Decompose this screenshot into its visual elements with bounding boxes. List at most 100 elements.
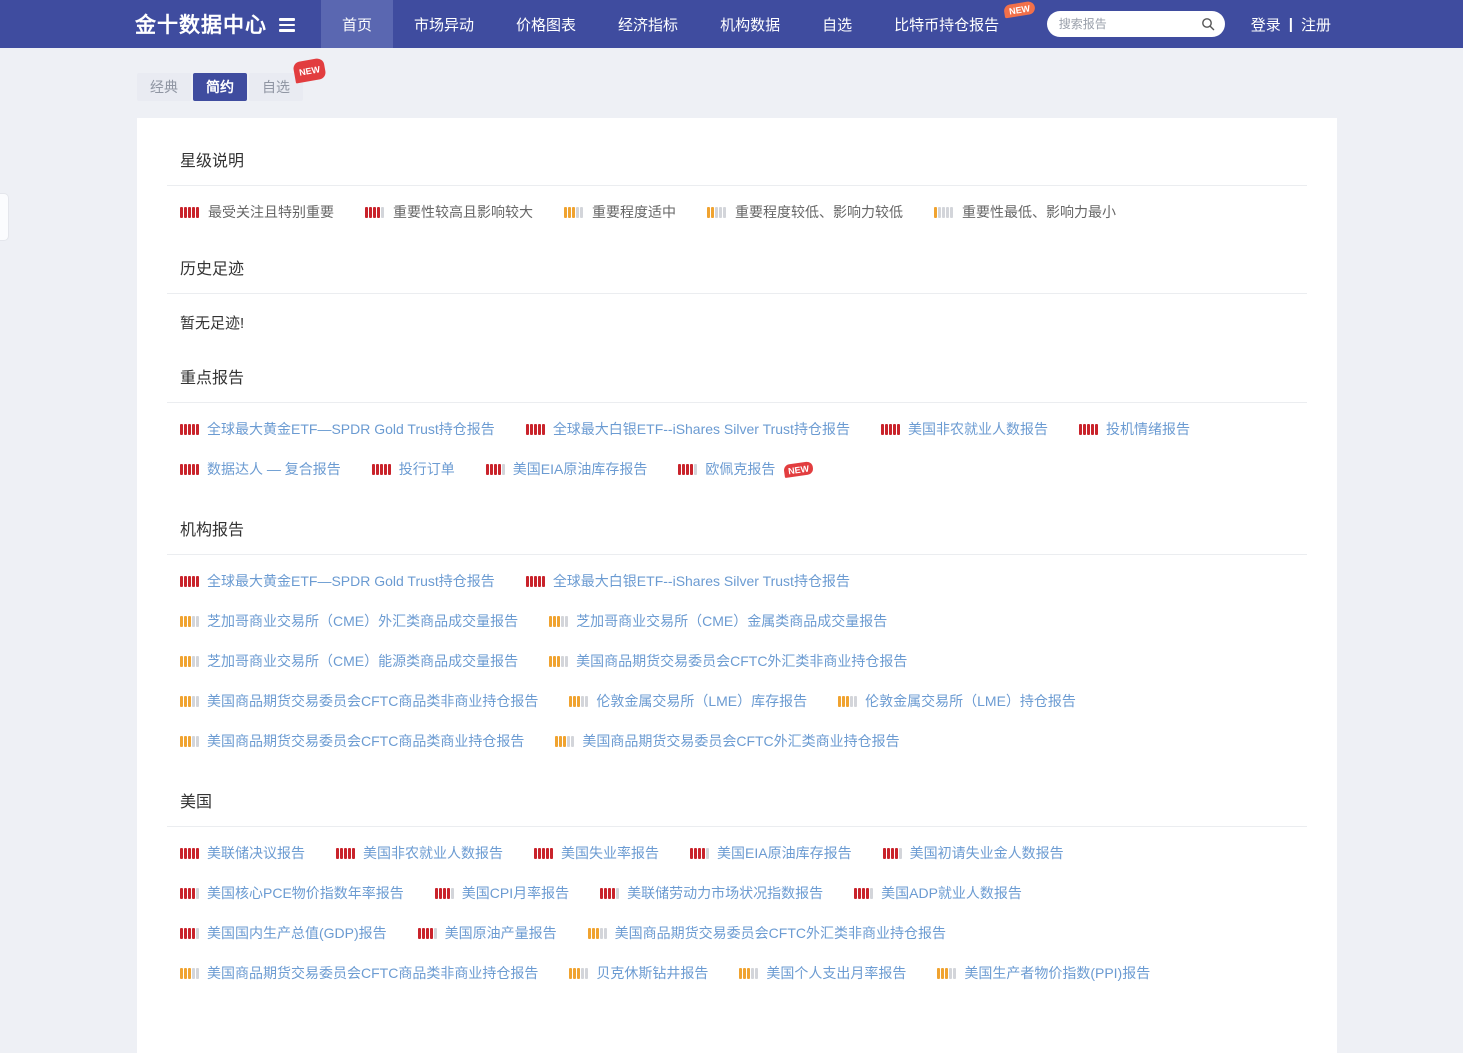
report-link[interactable]: 美国EIA原油库存报告 [690, 843, 852, 863]
search-box[interactable] [1047, 11, 1225, 37]
search-icon[interactable] [1201, 17, 1215, 31]
importance-bar [858, 888, 861, 899]
nav-item-市场异动[interactable]: 市场异动 [393, 0, 495, 48]
report-link[interactable]: 美国商品期货交易委员会CFTC外汇类商业持仓报告 [555, 731, 899, 751]
importance-bar [188, 424, 191, 435]
report-link-label: 全球最大黄金ETF—SPDR Gold Trust持仓报告 [207, 571, 495, 591]
importance-bar [196, 736, 199, 747]
report-links: 全球最大黄金ETF—SPDR Gold Trust持仓报告 全球最大白银ETF--… [167, 555, 1307, 761]
importance-bars [588, 928, 607, 939]
importance-bar [336, 848, 339, 859]
importance-bar [534, 424, 537, 435]
report-link[interactable]: 美联储劳动力市场状况指数报告 [600, 883, 823, 903]
report-link[interactable]: 美国个人支出月率报告 [739, 963, 906, 983]
report-link[interactable]: 全球最大黄金ETF—SPDR Gold Trust持仓报告 [180, 419, 495, 439]
importance-bar [743, 968, 746, 979]
report-link[interactable]: 美国商品期货交易委员会CFTC商品类非商业持仓报告 [180, 691, 538, 711]
report-link[interactable]: 美国原油产量报告 [418, 923, 557, 943]
importance-bars [180, 656, 199, 667]
importance-bar [381, 207, 384, 218]
importance-bar [1087, 424, 1090, 435]
report-links-row: 芝加哥商业交易所（CME）外汇类商品成交量报告 芝加哥商业交易所（CME）金属类商… [167, 601, 1307, 641]
nav-item-自选[interactable]: 自选 [801, 0, 873, 48]
report-link[interactable]: 美国EIA原油库存报告 [486, 459, 648, 479]
importance-bar [196, 888, 199, 899]
report-link[interactable]: 美国核心PCE物价指数年率报告 [180, 883, 404, 903]
importance-bar [196, 576, 199, 587]
report-link[interactable]: 美国商品期货交易委员会CFTC商品类非商业持仓报告 [180, 963, 538, 983]
importance-bar [180, 464, 183, 475]
section-title: 重点报告 [167, 337, 1307, 402]
side-panel-handle[interactable] [0, 193, 9, 241]
report-link[interactable]: 美国CPI月率报告 [435, 883, 569, 903]
report-link[interactable]: 芝加哥商业交易所（CME）金属类商品成交量报告 [549, 611, 887, 631]
report-link[interactable]: 美国非农就业人数报告 [336, 843, 503, 863]
nav-item-比特币持仓报告[interactable]: 比特币持仓报告NEW [873, 0, 1020, 48]
nav-item-首页[interactable]: 首页 [321, 0, 393, 48]
importance-bars [690, 848, 709, 859]
section-usa: 美国美联储决议报告美国非农就业人数报告美国失业率报告美国EIA原油库存报告美国初… [167, 761, 1307, 993]
legend-label: 重要程度较低、影响力较低 [735, 202, 903, 222]
report-link[interactable]: 芝加哥商业交易所（CME）外汇类商品成交量报告 [180, 611, 518, 631]
report-link[interactable]: 美国初请失业金人数报告 [883, 843, 1064, 863]
report-link[interactable]: 全球最大黄金ETF—SPDR Gold Trust持仓报告 [180, 571, 495, 591]
site-logo[interactable]: 金十数据中心 [135, 0, 295, 48]
importance-bar [707, 207, 710, 218]
importance-bars [180, 888, 199, 899]
importance-bar [854, 696, 857, 707]
importance-bar [184, 696, 187, 707]
report-link[interactable]: 伦敦金属交易所（LME）持仓报告 [838, 691, 1076, 711]
report-link[interactable]: 伦敦金属交易所（LME）库存报告 [569, 691, 807, 711]
importance-bar [739, 968, 742, 979]
importance-bar [938, 207, 941, 218]
importance-bar [542, 424, 545, 435]
nav-item-经济指标[interactable]: 经济指标 [597, 0, 699, 48]
report-link[interactable]: 美国非农就业人数报告 [881, 419, 1048, 439]
report-link[interactable]: 投机情绪报告 [1079, 419, 1190, 439]
report-link[interactable]: 美国商品期货交易委员会CFTC外汇类非商业持仓报告 [588, 923, 946, 943]
importance-bars [486, 464, 505, 475]
report-link[interactable]: 美国生产者物价指数(PPI)报告 [937, 963, 1150, 983]
report-link-label: 美国商品期货交易委员会CFTC商品类非商业持仓报告 [207, 691, 538, 711]
report-link[interactable]: 全球最大白银ETF--iShares Silver Trust持仓报告 [526, 419, 850, 439]
report-link[interactable]: 美联储决议报告 [180, 843, 305, 863]
view-tab-经典[interactable]: 经典 [137, 73, 191, 101]
report-link[interactable]: 美国失业率报告 [534, 843, 659, 863]
menu-icon[interactable] [279, 18, 295, 32]
importance-bar [946, 207, 949, 218]
main-nav: 首页市场异动价格图表经济指标机构数据自选比特币持仓报告NEW [321, 0, 1020, 48]
report-link[interactable]: 欧佩克报告NEW [678, 459, 813, 479]
importance-bar [596, 928, 599, 939]
register-link[interactable]: 注册 [1301, 14, 1331, 35]
report-link[interactable]: 数据达人 — 复合报告 [180, 459, 341, 479]
report-link[interactable]: 芝加哥商业交易所（CME）能源类商品成交量报告 [180, 651, 518, 671]
report-link[interactable]: 美国ADP就业人数报告 [854, 883, 1022, 903]
importance-bar [600, 928, 603, 939]
report-links-row: 数据达人 — 复合报告 投行订单 美国EIA原油库存报告 欧佩克报告NEW [167, 449, 1307, 489]
section-institution-reports: 机构报告全球最大黄金ETF—SPDR Gold Trust持仓报告全球最大白银E… [167, 489, 1307, 761]
importance-bar [838, 696, 841, 707]
nav-item-价格图表[interactable]: 价格图表 [495, 0, 597, 48]
report-link-label: 伦敦金属交易所（LME）持仓报告 [865, 691, 1076, 711]
nav-item-机构数据[interactable]: 机构数据 [699, 0, 801, 48]
importance-bar [950, 207, 953, 218]
importance-bar [711, 207, 714, 218]
importance-bar [180, 928, 183, 939]
report-links-row: 美联储决议报告 美国非农就业人数报告 美国失业率报告 美国EIA原油库存报告 美国初请失… [167, 833, 1307, 873]
importance-bar [426, 928, 429, 939]
view-tab-label: 自选 [262, 79, 290, 95]
report-link[interactable]: 投行订单 [372, 459, 455, 479]
importance-bars [336, 848, 355, 859]
report-link[interactable]: 美国国内生产总值(GDP)报告 [180, 923, 387, 943]
view-tab-简约[interactable]: 简约 [193, 73, 247, 101]
report-link[interactable]: 美国商品期货交易委员会CFTC外汇类非商业持仓报告 [549, 651, 907, 671]
report-link[interactable]: 贝克休斯钻井报告 [569, 963, 708, 983]
login-link[interactable]: 登录 [1251, 14, 1281, 35]
search-input[interactable] [1057, 16, 1201, 32]
view-tab-自选[interactable]: 自选NEW [249, 73, 303, 101]
report-link[interactable]: 全球最大白银ETF--iShares Silver Trust持仓报告 [526, 571, 850, 591]
report-link-label: 美国ADP就业人数报告 [881, 883, 1022, 903]
report-link-label: 芝加哥商业交易所（CME）能源类商品成交量报告 [207, 651, 518, 671]
report-link[interactable]: 美国商品期货交易委员会CFTC商品类商业持仓报告 [180, 731, 524, 751]
importance-bars [564, 207, 583, 218]
